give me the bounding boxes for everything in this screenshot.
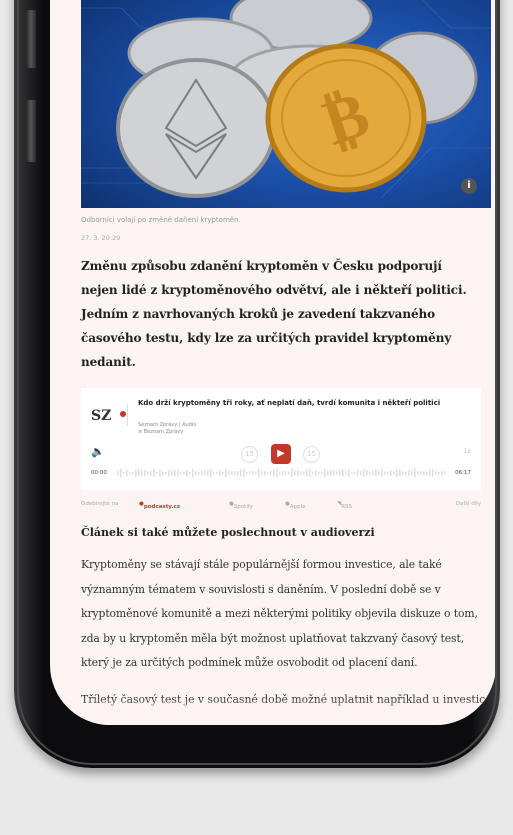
silver-coin: [229, 44, 393, 112]
podcast-logo: SZ: [91, 404, 128, 426]
screen-fade: [50, 697, 496, 725]
podcasty-link[interactable]: ● podcasty.cz: [139, 501, 180, 510]
spotify-link[interactable]: ● Spotify: [229, 501, 253, 510]
bitcoin-coin: [265, 43, 427, 193]
speed-button[interactable]: 1x: [464, 448, 471, 455]
silver-coin: [127, 17, 275, 89]
silver-coin: [364, 31, 478, 125]
rewind-button[interactable]: 15: [241, 446, 258, 463]
subscribe-bar: Odebírejte na ● podcasty.cz ● Spotify ● …: [81, 498, 481, 512]
ethereum-coin: [116, 58, 276, 198]
episode-publisher: ≡ Beznam Zprávy: [138, 429, 184, 435]
time-elapsed: 00:00: [91, 470, 107, 476]
image-caption: Odborníci volají po změně daňení kryptom…: [81, 216, 241, 224]
svg-text:₿: ₿: [315, 77, 378, 161]
time-total: 06:17: [455, 470, 471, 476]
apple-link[interactable]: ● Apple: [285, 501, 305, 510]
play-button[interactable]: ▶: [271, 444, 291, 464]
article-content: Odborníci volají po změně daňení kryptom…: [81, 208, 486, 712]
silver-coin: [229, 0, 373, 52]
podcast-player: SZ Kdo drží kryptoměny tři roky, ať nepl…: [81, 388, 481, 490]
audio-waveform[interactable]: [117, 468, 445, 478]
article-paragraph: Tříletý časový test je v současné době m…: [81, 692, 486, 706]
article-date: 27. 3. 20:29: [81, 234, 121, 242]
article-image: ₿ i: [81, 0, 491, 208]
subscribe-label: Odebírejte na: [81, 501, 119, 507]
episode-title[interactable]: Kdo drží kryptoměny tři roky, ať neplatí…: [138, 398, 473, 408]
forward-button[interactable]: 15: [303, 446, 320, 463]
audio-heading: Článek si také můžete poslechnout v audi…: [81, 526, 375, 539]
phone-side-button: [26, 100, 36, 162]
volume-icon[interactable]: 🔈: [91, 445, 105, 458]
crypto-coins-illustration: ₿: [81, 0, 491, 199]
article-paragraph: Kryptoměny se stávají stále populárnější…: [81, 558, 478, 669]
more-episodes-link[interactable]: Další díly: [456, 501, 481, 507]
phone-side-button: [26, 10, 36, 68]
article-lead: Změnu způsobu zdanění kryptoměn v Česku …: [81, 259, 467, 369]
phone-screen: ₿ i Odborníci volají po změně daňení kry…: [50, 0, 496, 725]
rss-link[interactable]: ◥ RSS: [337, 501, 352, 510]
info-icon[interactable]: i: [461, 178, 477, 194]
phone-frame: ₿ i Odborníci volají po změně daňení kry…: [14, 0, 500, 768]
episode-meta: Seznam Zprávy | Audio: [138, 422, 197, 428]
